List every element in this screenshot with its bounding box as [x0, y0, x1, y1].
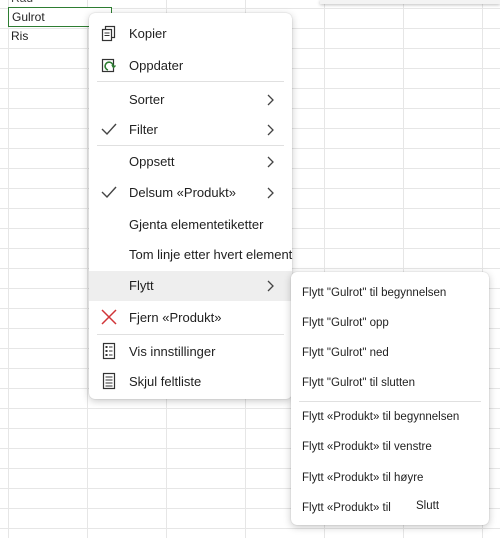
menu-item-filter[interactable]: Filter: [89, 115, 292, 145]
checkmark-icon: [101, 123, 117, 136]
menu-item-subtotal[interactable]: Delsum «Produkt»: [89, 178, 292, 208]
menu-item-remove[interactable]: Fjern «Produkt»: [89, 303, 292, 333]
menu-separator: [299, 401, 481, 402]
menu-item-move[interactable]: Flytt: [89, 271, 292, 301]
checkmark-icon: [101, 186, 117, 199]
menu-item-label: Vis innstillinger: [129, 344, 216, 359]
submenu-item-label: Flytt «Produkt» til høyre: [302, 472, 424, 484]
menu-item-label: Skjul feltliste: [129, 374, 202, 389]
menu-item-blank-line[interactable]: Tom linje etter hvert element: [89, 240, 292, 270]
menu-item-hide-field-list[interactable]: Skjul feltliste: [89, 367, 292, 397]
cell-ris[interactable]: Ris: [11, 26, 28, 46]
submenu-item-label: Flytt «Produkt» til: [302, 502, 391, 514]
submenu-item-move-to-start[interactable]: Flytt "Gulrot" til begynnelsen: [291, 279, 489, 309]
submenu-item-label: Flytt «Produkt» til venstre: [302, 441, 432, 453]
menu-item-refresh[interactable]: Oppdater: [89, 51, 292, 81]
submenu-item-label: Flytt "Gulrot" ned: [302, 347, 389, 359]
menu-item-label: Fjern «Produkt»: [129, 310, 222, 325]
submenu-item-label: Flytt "Gulrot" opp: [302, 317, 389, 329]
submenu-item-label: Flytt "Gulrot" til slutten: [302, 377, 415, 389]
menu-item-sort[interactable]: Sorter: [89, 85, 292, 115]
context-menu: Kopier Oppdater Sorter Filter Oppsett De…: [89, 13, 292, 399]
chevron-right-icon: [267, 124, 274, 136]
menu-item-label: Kopier: [129, 26, 167, 41]
menu-separator: [97, 145, 284, 146]
submenu-item-label: Flytt «Produkt» til begynnelsen: [302, 411, 460, 423]
menu-item-label: Oppdater: [129, 58, 184, 73]
submenu-item-field-to-start[interactable]: Flytt «Produkt» til begynnelsen: [291, 403, 489, 433]
chevron-right-icon: [267, 280, 274, 292]
chevron-right-icon: [267, 94, 274, 106]
menu-item-show-settings[interactable]: Vis innstillinger: [89, 337, 292, 367]
submenu-item-field-right[interactable]: Flytt «Produkt» til høyre: [291, 464, 489, 494]
menu-separator: [97, 334, 284, 335]
toolbar-edge: [320, 0, 500, 4]
menu-item-label: Flytt: [129, 278, 154, 293]
menu-item-label: Oppsett: [129, 154, 175, 169]
chevron-right-icon: [267, 156, 274, 168]
remove-icon: [101, 309, 117, 325]
chevron-right-icon: [267, 187, 274, 199]
refresh-icon: [101, 58, 116, 73]
menu-item-label: Filter: [129, 122, 158, 137]
copy-icon: [101, 25, 116, 42]
submenu-item-move-to-end[interactable]: Flytt "Gulrot" til slutten: [291, 369, 489, 399]
settings-list-icon: [102, 342, 116, 360]
submenu-item-field-left[interactable]: Flytt «Produkt» til venstre: [291, 433, 489, 463]
menu-item-label: Delsum «Produkt»: [129, 185, 236, 200]
field-list-icon: [102, 372, 116, 390]
menu-item-label: Tom linje etter hvert element: [129, 247, 293, 262]
submenu-item-move-down[interactable]: Flytt "Gulrot" ned: [291, 339, 489, 369]
menu-item-label: Sorter: [129, 92, 165, 107]
menu-item-layout[interactable]: Oppsett: [89, 147, 292, 177]
move-submenu: Flytt "Gulrot" til begynnelsen Flytt "Gu…: [291, 272, 489, 525]
submenu-item-field-to-end[interactable]: Flytt «Produkt» til Slutt: [291, 494, 489, 524]
submenu-item-move-up[interactable]: Flytt "Gulrot" opp: [291, 309, 489, 339]
menu-item-label: Gjenta elementetiketter: [129, 217, 264, 232]
menu-item-copy[interactable]: Kopier: [89, 19, 292, 49]
submenu-item-label: Flytt "Gulrot" til begynnelsen: [302, 287, 447, 299]
submenu-item-extra-label: Slutt: [416, 500, 440, 512]
menu-item-repeat-labels[interactable]: Gjenta elementetiketter: [89, 210, 292, 240]
menu-separator: [97, 81, 284, 82]
